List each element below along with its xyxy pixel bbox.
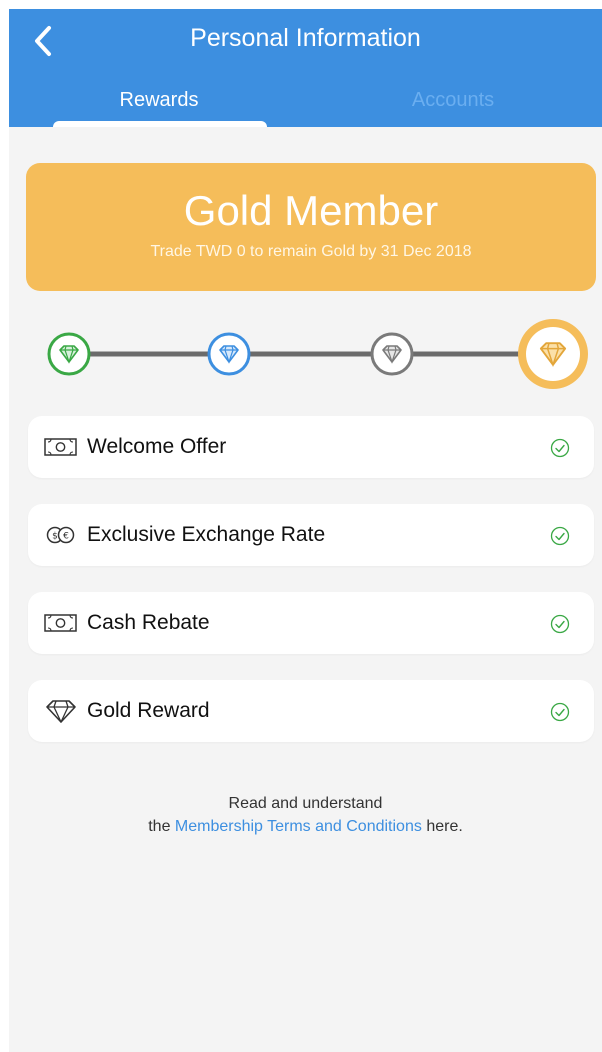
- currency-exchange-icon: $ €: [46, 526, 75, 544]
- terms-suffix: here.: [426, 818, 463, 835]
- terms-line-1: Read and understand: [228, 795, 383, 812]
- terms-line-2: the Membership Terms and Conditions here…: [9, 815, 602, 838]
- tab-accounts[interactable]: Accounts: [343, 89, 563, 112]
- tier-blue: [207, 332, 251, 376]
- benefit-gold-reward[interactable]: Gold Reward: [28, 680, 594, 742]
- benefit-label: Gold Reward: [87, 699, 210, 722]
- svg-text:€: €: [63, 532, 69, 542]
- check-circle-icon: [550, 702, 570, 722]
- terms-prefix: the: [148, 818, 171, 835]
- benefit-exclusive-exchange-rate[interactable]: $ € Exclusive Exchange Rate: [28, 504, 594, 566]
- svg-text:$: $: [52, 532, 58, 542]
- check-circle-icon: [550, 526, 570, 546]
- benefit-welcome-offer[interactable]: Welcome Offer: [28, 416, 594, 478]
- membership-subtitle: Trade TWD 0 to remain Gold by 31 Dec 201…: [150, 243, 472, 260]
- diamond-icon: [46, 700, 76, 723]
- membership-terms-link[interactable]: Membership Terms and Conditions: [175, 818, 422, 835]
- tab-rewards[interactable]: Rewards: [49, 89, 269, 112]
- benefit-label: Cash Rebate: [87, 611, 210, 634]
- check-circle-icon: [550, 614, 570, 634]
- membership-level: Gold Member: [183, 187, 439, 234]
- tier-green: [47, 332, 91, 376]
- check-circle-icon: [550, 438, 570, 458]
- banknote-icon: [44, 438, 77, 456]
- terms-notice: Read and understand the Membership Terms…: [9, 792, 602, 838]
- benefit-label: Welcome Offer: [87, 435, 227, 458]
- app-header: Personal Information Rewards Accounts: [9, 9, 602, 127]
- page-title: Personal Information: [190, 24, 421, 52]
- tier-progress: [47, 319, 588, 389]
- tier-gray: [370, 332, 414, 376]
- membership-card: Gold Member Trade TWD 0 to remain Gold b…: [26, 163, 596, 291]
- banknote-icon: [44, 614, 77, 632]
- active-tab-indicator: [53, 121, 267, 127]
- benefit-cash-rebate[interactable]: Cash Rebate: [28, 592, 594, 654]
- screen: Personal Information Rewards Accounts Go…: [9, 9, 602, 1052]
- benefit-label: Exclusive Exchange Rate: [87, 523, 326, 546]
- tier-gold: [518, 319, 588, 389]
